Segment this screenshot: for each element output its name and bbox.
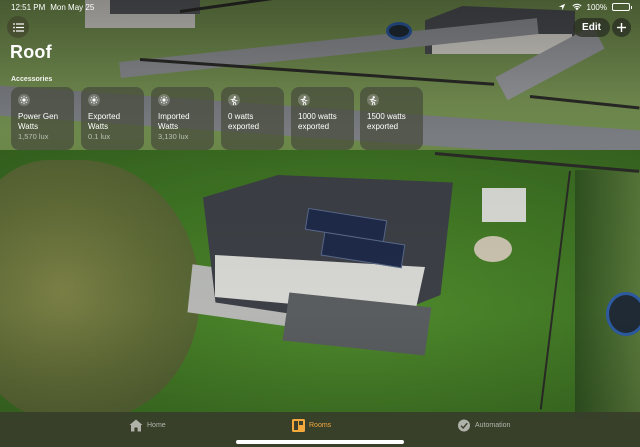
house-icon xyxy=(129,419,143,432)
tab-home[interactable]: Home xyxy=(129,419,166,432)
automation-icon xyxy=(458,419,470,432)
edit-button[interactable]: Edit xyxy=(573,18,610,37)
light-sensor-icon xyxy=(18,94,30,106)
list-icon xyxy=(12,22,24,32)
accessory-name: 1000 watts exported xyxy=(298,112,337,131)
accessory-value: 0.1 lux xyxy=(88,132,111,141)
status-date: Mon May 25 xyxy=(50,2,95,12)
home-list-button[interactable] xyxy=(7,16,29,38)
accessory-tile-1000-watts-exported[interactable]: 1000 watts exported xyxy=(291,87,354,150)
motion-sensor-icon xyxy=(367,94,379,106)
wifi-icon xyxy=(571,3,582,11)
accessory-tile-imported-watts[interactable]: Imported Watts 3,130 lux xyxy=(151,87,214,150)
battery-icon xyxy=(612,3,632,11)
section-label-accessories: Accessories xyxy=(11,76,53,83)
room-background-photo xyxy=(0,0,640,447)
accessory-name: 1500 watts exported xyxy=(367,112,406,131)
status-bar: 12:51 PM Mon May 25 100% xyxy=(0,0,640,14)
accessory-name: Exported Watts xyxy=(88,112,121,131)
accessory-tile-exported-watts[interactable]: Exported Watts 0.1 lux xyxy=(81,87,144,150)
motion-sensor-icon xyxy=(228,94,240,106)
accessory-name: 0 watts exported xyxy=(228,112,260,131)
accessory-value: 3,130 lux xyxy=(158,132,189,141)
status-time: 12:51 PM xyxy=(11,2,46,12)
rooms-icon xyxy=(292,419,305,432)
location-arrow-icon xyxy=(558,3,565,11)
motion-sensor-icon xyxy=(298,94,310,106)
tab-label: Automation xyxy=(475,422,511,429)
add-accessory-button[interactable] xyxy=(612,18,631,37)
tab-automation[interactable]: Automation xyxy=(457,419,510,432)
light-sensor-icon xyxy=(158,94,170,106)
accessory-name: Power Gen Watts xyxy=(18,112,59,131)
accessory-name: Imported Watts xyxy=(158,112,190,131)
accessory-tile-1500-watts-exported[interactable]: 1500 watts exported xyxy=(360,87,423,150)
light-sensor-icon xyxy=(88,94,100,106)
accessory-tile-0-watts-exported[interactable]: 0 watts exported xyxy=(221,87,284,150)
page-title: Roof xyxy=(10,42,52,62)
tab-label: Home xyxy=(147,422,166,429)
accessory-tile-power-gen-watts[interactable]: Power Gen Watts 1,570 lux xyxy=(11,87,74,150)
tab-label: Rooms xyxy=(309,422,332,429)
battery-percent: 100% xyxy=(586,2,607,12)
home-indicator[interactable] xyxy=(236,440,404,444)
tab-rooms[interactable]: Rooms xyxy=(292,419,331,432)
plus-icon xyxy=(617,23,626,32)
accessory-value: 1,570 lux xyxy=(18,132,49,141)
